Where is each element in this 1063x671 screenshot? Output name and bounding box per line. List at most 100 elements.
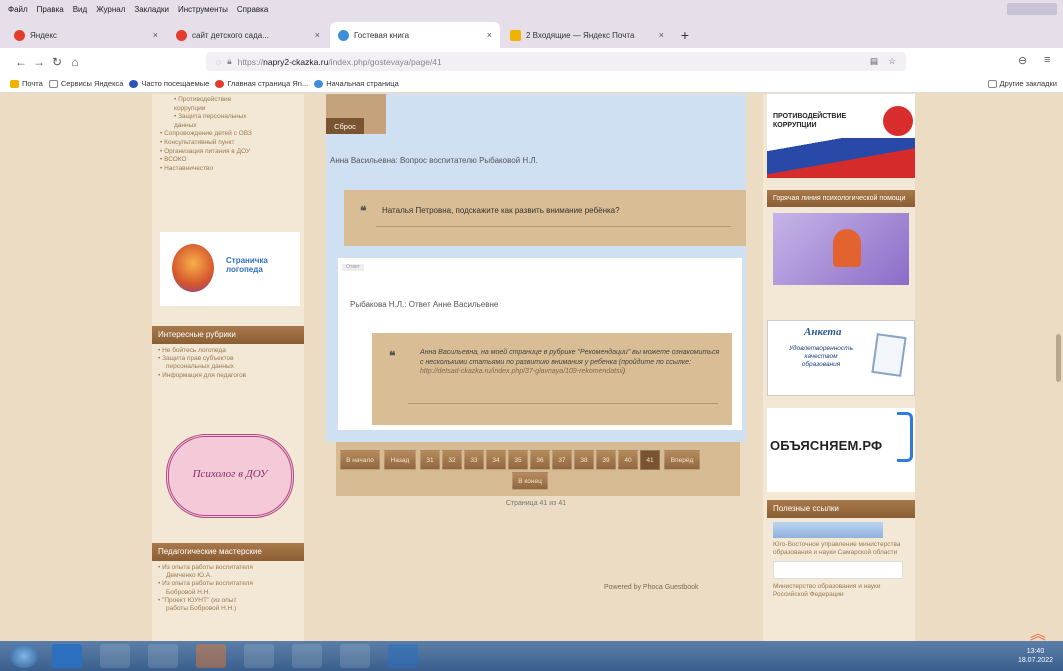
pager-page[interactable]: 34 (486, 450, 506, 470)
pager-page[interactable]: 36 (530, 450, 550, 470)
useful-link[interactable]: Юго-Восточное управление министерства об… (773, 541, 907, 557)
bookmark-item[interactable]: Часто посещаемые (129, 79, 209, 88)
scrollbar-thumb[interactable] (1056, 334, 1061, 382)
reset-button[interactable]: Сброс (326, 118, 364, 134)
speech-therapist-banner[interactable]: Страничка логопеда (160, 232, 300, 306)
close-icon[interactable]: × (153, 30, 158, 40)
pager-page[interactable]: 38 (574, 450, 594, 470)
lock-icon: 🔒︎ (227, 56, 232, 66)
reader-view-icon[interactable]: ▤ (870, 56, 878, 67)
nav-link[interactable]: • Организация питания в ДОУ (160, 148, 304, 157)
rubric-link[interactable]: • Не бойтесь логопеда (158, 347, 298, 355)
media-player-icon[interactable] (244, 644, 274, 668)
clock-date: 18.07.2022 (1017, 657, 1053, 664)
person-illustration (833, 229, 861, 267)
pager-page[interactable]: 33 (464, 450, 484, 470)
powered-by-link[interactable]: Powered by Phoca Guestbook (604, 584, 699, 591)
bookmark-item[interactable]: Начальная страница (314, 79, 399, 88)
back-arrow-icon[interactable]: ← (12, 55, 30, 69)
home-icon[interactable]: ⌂ (66, 55, 84, 69)
pager-page[interactable]: 37 (552, 450, 572, 470)
nav-link[interactable]: • Сопровождение детей с ОВЗ (160, 130, 304, 139)
bookmark-item[interactable]: Сервисы Яндекса (48, 79, 123, 88)
rubric-link[interactable]: персональных данных (158, 363, 298, 371)
menu-item[interactable]: Закладки (134, 5, 169, 14)
children-illustration (172, 244, 214, 292)
menu-item[interactable]: Файл (8, 5, 28, 14)
tab-guestbook[interactable]: Гостевая книга × (330, 22, 500, 48)
rubric-link[interactable]: • Защита прав субъектов (158, 355, 298, 363)
messenger-icon[interactable] (100, 644, 130, 668)
nav-link[interactable]: • Наставничество (160, 165, 304, 174)
address-bar[interactable]: ◌ 🔒︎ https://napry2-ckazka.ru/index.php/… (206, 52, 906, 71)
pager-page[interactable]: 31 (420, 450, 440, 470)
psychologist-banner[interactable]: Психолог в ДОУ (158, 420, 302, 534)
pager-page[interactable]: 32 (442, 450, 462, 470)
survey-banner[interactable]: Анкета Удовлетворенность качеством образ… (767, 320, 915, 396)
pager-last-button[interactable]: В конец (512, 472, 548, 490)
firefox-icon (129, 79, 139, 88)
nav-link[interactable]: • Противодействие (160, 96, 304, 105)
close-icon[interactable]: × (487, 30, 492, 40)
tab-yandex[interactable]: Яндекс × (6, 22, 166, 48)
answer-text: Анна Васильевна, на моей странице в рубр… (420, 349, 720, 375)
tab-mail[interactable]: 2 Входящие — Яндекс Почта × (502, 22, 672, 48)
close-icon[interactable]: × (659, 30, 664, 40)
reload-icon[interactable]: ↻ (48, 55, 66, 69)
tab-label: Гостевая книга (354, 30, 410, 40)
scrollbar[interactable] (1054, 94, 1063, 641)
explain-rf-banner[interactable]: ОБЪЯСНЯЕМ.РФ (767, 408, 915, 492)
pager-next-button[interactable]: Вперёд (664, 450, 700, 470)
pager-page-current[interactable]: 41 (640, 450, 660, 470)
bookmark-item[interactable]: Почта (10, 79, 43, 88)
masterclass-link[interactable]: работы Бобровой Н.Н.) (158, 605, 298, 613)
pager-first-button[interactable]: В начало (340, 450, 380, 470)
menu-item[interactable]: Журнал (96, 5, 125, 14)
close-icon[interactable]: × (315, 30, 320, 40)
answer-link[interactable]: http://detsad-ckazka.ru/index.php/37-gla… (420, 368, 623, 375)
nav-link[interactable]: коррупции (160, 105, 304, 114)
app-icon[interactable] (148, 644, 178, 668)
pager-page[interactable]: 40 (618, 450, 638, 470)
nav-link[interactable]: • Консультативный пункт (160, 139, 304, 148)
tab-kindergarten[interactable]: сайт детского сада... × (168, 22, 328, 48)
masterclass-link[interactable]: • Из опыта работы воспитателя (158, 580, 298, 588)
pager-prev-button[interactable]: Назад (384, 450, 416, 470)
anticorruption-banner[interactable]: ПРОТИВОДЕЙСТВИЕ КОРРУПЦИИ (767, 94, 915, 178)
hotline-illustration[interactable] (773, 213, 909, 285)
menu-item[interactable]: Справка (237, 5, 268, 14)
menu-icon[interactable]: ≡ (1044, 54, 1050, 66)
pager-page[interactable]: 35 (508, 450, 528, 470)
rubric-link[interactable]: • Информация для педагогов (158, 372, 298, 380)
menu-item[interactable]: Вид (73, 5, 87, 14)
nav-link[interactable]: • ВСОКО (160, 156, 304, 165)
masterclass-link[interactable]: • "Проект ЮУНТ" (из опыт (158, 597, 298, 605)
bookmark-star-icon[interactable]: ☆ (888, 56, 896, 67)
useful-link[interactable]: Министерство образования и науки Российс… (773, 583, 907, 599)
masterclass-link[interactable]: Демченко Ю.А. (158, 572, 298, 580)
system-clock[interactable]: 13:40 18.07.2022 (1018, 647, 1053, 665)
menu-item[interactable]: Правка (37, 5, 64, 14)
department-banner[interactable] (773, 522, 883, 538)
nav-link[interactable]: • Защита персональных (160, 113, 304, 122)
start-button-icon[interactable] (10, 644, 38, 668)
word-icon[interactable] (388, 644, 418, 668)
speech-therapist-label: Страничка логопеда (226, 256, 268, 274)
masterclass-link[interactable]: Бобровой Н.Н. (158, 589, 298, 597)
widget-title: Полезные ссылки (767, 500, 915, 518)
ministry-banner[interactable] (773, 561, 903, 579)
page-count: Страница 41 из 41 (505, 500, 567, 507)
other-bookmarks[interactable]: Другие закладки (987, 79, 1057, 88)
masterclass-link[interactable]: • Из опыта работы воспитателя (158, 564, 298, 572)
forward-arrow-icon[interactable]: → (30, 55, 48, 69)
firefox-icon[interactable] (196, 644, 226, 668)
bookmark-item[interactable]: Главная страница Яn... (215, 79, 308, 88)
window-controls[interactable] (1007, 3, 1057, 15)
menu-item[interactable]: Инструменты (178, 5, 228, 14)
photo-viewer-icon[interactable] (292, 644, 322, 668)
outlook-icon[interactable] (52, 644, 82, 668)
network-icon[interactable] (340, 644, 370, 668)
account-icon[interactable]: ⊖ (1018, 54, 1027, 67)
pager-page[interactable]: 39 (596, 450, 616, 470)
new-tab-button[interactable]: + (674, 22, 696, 48)
